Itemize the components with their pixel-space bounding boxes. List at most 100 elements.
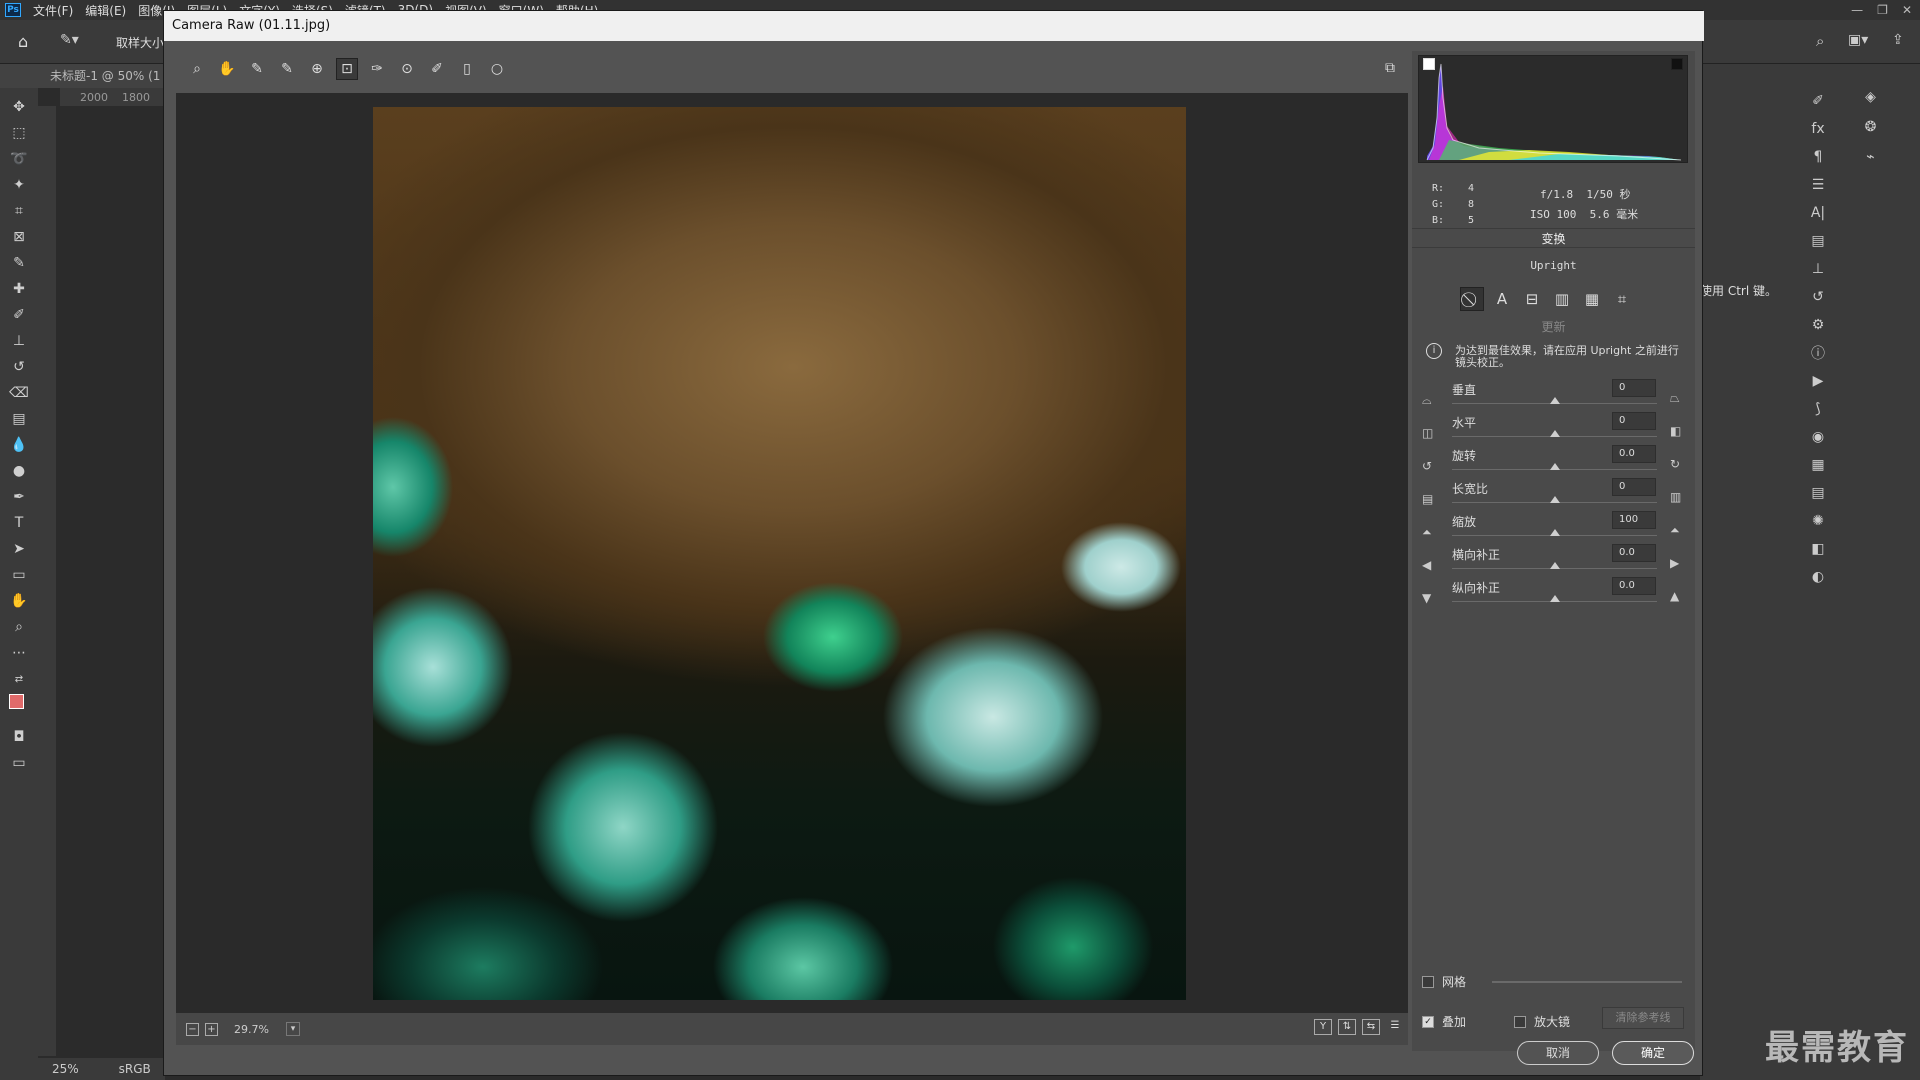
stamp-icon[interactable]: ⊥ [1807, 258, 1829, 280]
loupe-checkbox[interactable] [1514, 1015, 1527, 1028]
zoom-dropdown-icon[interactable]: ▾ [286, 1022, 300, 1036]
frame-tool-icon[interactable]: ⊠ [7, 224, 31, 250]
slider-value-input[interactable]: 0.0 [1612, 544, 1656, 562]
notes-icon[interactable]: ▤ [1807, 482, 1829, 504]
red-eye-icon[interactable]: ⊙ [396, 58, 418, 80]
preview-settings-icon[interactable]: ☰ [1386, 1019, 1404, 1035]
screen-mode-icon[interactable]: ▭ [7, 750, 31, 776]
overlay-checkbox[interactable]: ✓ [1422, 1015, 1434, 1028]
lasso-tool-icon[interactable]: ➰ [7, 146, 31, 172]
info-panel-icon[interactable]: ⓘ [1807, 342, 1829, 364]
more-tools-icon[interactable]: ⋯ [7, 640, 31, 666]
shadow-clipping-icon[interactable] [1423, 58, 1435, 70]
slider-thumb[interactable] [1550, 496, 1560, 503]
slider-thumb[interactable] [1550, 529, 1560, 536]
upright-auto-icon[interactable]: A [1490, 287, 1514, 311]
sun-icon[interactable]: ✺ [1807, 510, 1829, 532]
healing-brush-icon[interactable]: ✚ [7, 276, 31, 302]
crop-tool-icon[interactable]: ⌗ [7, 198, 31, 224]
menu-edit[interactable]: 编辑(E) [79, 2, 132, 19]
character-icon[interactable]: A| [1807, 202, 1829, 224]
upright-full-icon[interactable]: ▦ [1580, 287, 1604, 311]
upright-off-icon[interactable]: ⃠ [1460, 287, 1484, 311]
open-preferences-icon[interactable]: ⧉ [1379, 57, 1401, 79]
path-select-icon[interactable]: ➤ [7, 536, 31, 562]
slider-thumb[interactable] [1550, 562, 1560, 569]
hand-icon[interactable]: ✋ [216, 58, 238, 80]
quick-mask-icon[interactable]: ◘ [7, 724, 31, 750]
brush-tool-icon[interactable]: ✐ [7, 302, 31, 328]
ok-button[interactable]: 确定 [1612, 1041, 1694, 1065]
pen-tool-icon[interactable]: ✒ [7, 484, 31, 510]
copy-settings-icon[interactable]: ⇆ [1362, 1019, 1380, 1035]
marquee-tool-icon[interactable]: ⬚ [7, 120, 31, 146]
home-icon[interactable]: ⌂ [18, 32, 28, 51]
grid-checkbox[interactable] [1422, 975, 1434, 988]
slider-thumb[interactable] [1550, 397, 1560, 404]
color-sampler-icon[interactable]: ✎ [276, 58, 298, 80]
eyedropper-tool-icon[interactable]: ✎▾ [60, 32, 79, 48]
slider-value-input[interactable]: 0 [1612, 412, 1656, 430]
radial-filter-icon[interactable]: ○ [486, 58, 508, 80]
slider-value-input[interactable]: 0 [1612, 379, 1656, 397]
highlight-clipping-icon[interactable] [1671, 58, 1683, 70]
slider-value-input[interactable]: 0.0 [1612, 577, 1656, 595]
type-tool-icon[interactable]: T [7, 510, 31, 536]
styles-icon[interactable]: ◐ [1807, 566, 1829, 588]
share-icon[interactable]: ⇪ [1892, 32, 1904, 48]
eraser-tool-icon[interactable]: ⌫ [7, 380, 31, 406]
move-tool-icon[interactable]: ✥ [7, 94, 31, 120]
search-icon[interactable]: ⌕ [1816, 32, 1824, 50]
properties-icon[interactable]: ⚙ [1807, 314, 1829, 336]
stamp-tool-icon[interactable]: ⊥ [7, 328, 31, 354]
minimize-icon[interactable]: — [1851, 3, 1863, 17]
fx-icon[interactable]: fx [1807, 118, 1829, 140]
zoom-tool-icon[interactable]: ⌕ [7, 614, 31, 640]
upright-vertical-icon[interactable]: ▥ [1550, 287, 1574, 311]
white-balance-icon[interactable]: ✎ [246, 58, 268, 80]
cancel-button[interactable]: 取消 [1517, 1041, 1599, 1065]
graduated-filter-icon[interactable]: ▯ [456, 58, 478, 80]
adjustments-icon[interactable]: ☰ [1807, 174, 1829, 196]
paths-icon[interactable]: ⟆ [1807, 398, 1829, 420]
slider-value-input[interactable]: 0.0 [1612, 445, 1656, 463]
channels-icon[interactable]: ❂ [1860, 116, 1882, 138]
update-button[interactable]: 更新 [1412, 318, 1695, 335]
workspace-icon[interactable]: ▣▾ [1848, 32, 1868, 48]
slider-thumb[interactable] [1550, 430, 1560, 437]
3d-icon[interactable]: ◉ [1807, 426, 1829, 448]
before-after-icon[interactable]: Y [1314, 1019, 1332, 1035]
eyedropper-icon[interactable]: ✎ [7, 250, 31, 276]
play-icon[interactable]: ▶ [1807, 370, 1829, 392]
dodge-tool-icon[interactable]: ● [7, 458, 31, 484]
close-icon[interactable]: ✕ [1902, 3, 1912, 17]
paths-panel-icon[interactable]: ⌁ [1860, 146, 1882, 168]
adjustment-brush-icon[interactable]: ✐ [426, 58, 448, 80]
swap-colors-icon[interactable]: ⇄ [7, 666, 31, 692]
color-swatch[interactable] [7, 692, 31, 718]
preview-photo[interactable] [373, 107, 1186, 1000]
menu-file[interactable]: 文件(F) [27, 2, 79, 19]
slider-thumb[interactable] [1550, 595, 1560, 602]
document-tab[interactable]: 未标题-1 @ 50% (1 [0, 64, 165, 88]
magic-wand-icon[interactable]: ✦ [7, 172, 31, 198]
zoom-icon[interactable]: ⌕ [186, 58, 208, 80]
slider-value-input[interactable]: 100 [1612, 511, 1656, 529]
shape-tool-icon[interactable]: ▭ [7, 562, 31, 588]
swap-before-after-icon[interactable]: ⇅ [1338, 1019, 1356, 1035]
hand-tool-icon[interactable]: ✋ [7, 588, 31, 614]
libraries-icon[interactable]: ▤ [1807, 230, 1829, 252]
grid-size-slider[interactable] [1492, 981, 1682, 983]
layers-icon[interactable]: ◈ [1860, 86, 1882, 108]
paragraph-icon[interactable]: ¶ [1807, 146, 1829, 168]
transform-icon[interactable]: ⊡ [336, 58, 358, 80]
history-brush-icon[interactable]: ↺ [7, 354, 31, 380]
slider-value-input[interactable]: 0 [1612, 478, 1656, 496]
targeted-adjust-icon[interactable]: ⊕ [306, 58, 328, 80]
gradient-tool-icon[interactable]: ▤ [7, 406, 31, 432]
spot-removal-icon[interactable]: ✑ [366, 58, 388, 80]
brush-settings-icon[interactable]: ✐ [1807, 90, 1829, 112]
upright-guided-icon[interactable]: ⌗ [1610, 287, 1634, 311]
table-icon[interactable]: ▦ [1807, 454, 1829, 476]
clone-source-icon[interactable]: ◧ [1807, 538, 1829, 560]
